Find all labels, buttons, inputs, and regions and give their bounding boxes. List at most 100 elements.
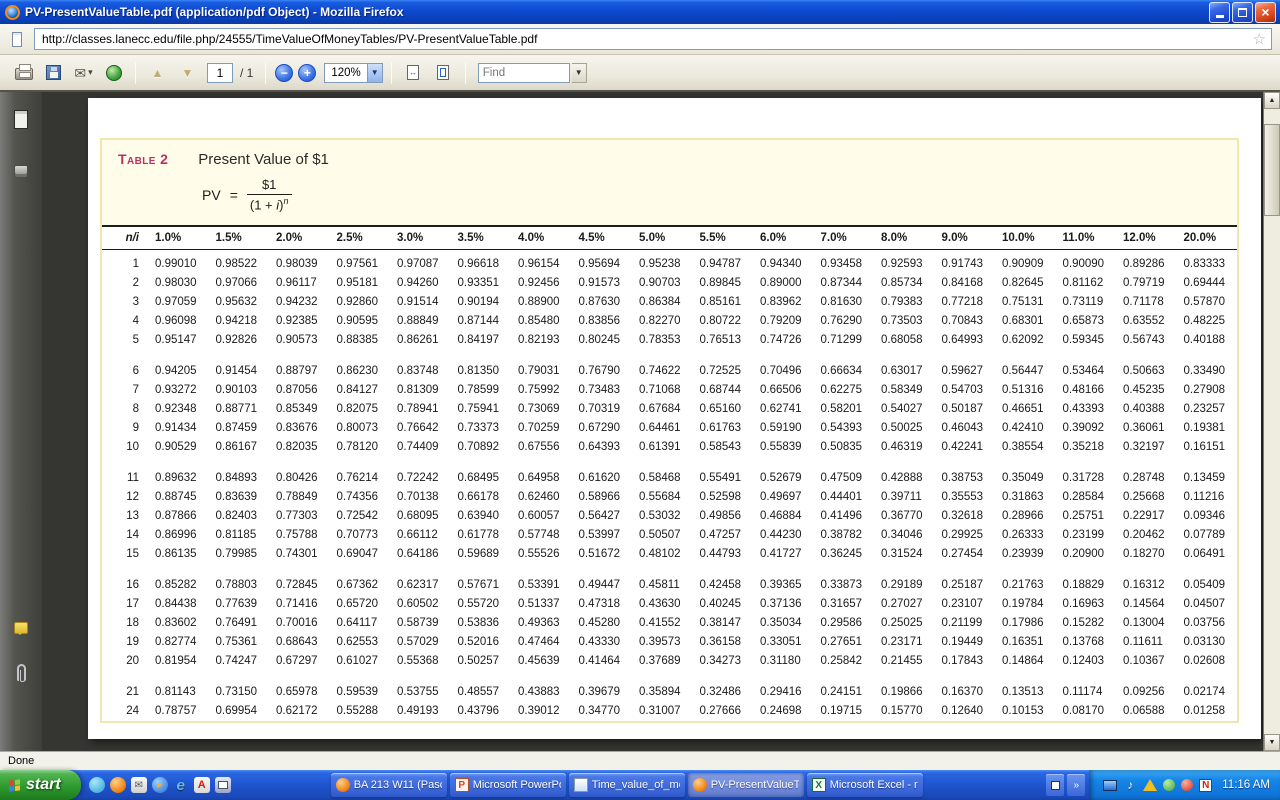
value-cell: 0.59539: [330, 683, 391, 702]
table-row: 150.861350.799850.743010.690470.641860.5…: [102, 545, 1237, 564]
scroll-down-button[interactable]: ▼: [1264, 734, 1280, 751]
bookmark-star-icon[interactable]: ☆: [1253, 32, 1266, 47]
value-cell: 0.76290: [814, 312, 875, 331]
volume-tray-icon[interactable]: [1123, 778, 1137, 792]
shield-tray-icon[interactable]: [1143, 779, 1157, 791]
value-cell: 0.84127: [330, 381, 391, 400]
table-row: 40.960980.942180.923850.905950.888490.87…: [102, 312, 1237, 331]
page-favicon-button[interactable]: [6, 28, 28, 50]
bookmarks-icon: [14, 165, 28, 178]
value-cell: 0.76491: [209, 614, 270, 633]
zoom-dropdown-icon[interactable]: ▼: [367, 64, 382, 82]
email-dropdown-icon: ▾: [88, 67, 93, 78]
column-header: 2.5%: [330, 226, 391, 250]
show-desktop-icon[interactable]: [215, 777, 231, 793]
task-button[interactable]: PV-PresentValueT...: [688, 773, 804, 797]
value-cell: 0.11216: [1177, 488, 1238, 507]
pages-panel-button[interactable]: [8, 106, 34, 132]
next-page-button[interactable]: ▼: [174, 59, 201, 87]
row-group-spacer: [102, 564, 1237, 576]
value-cell: 0.42458: [693, 576, 754, 595]
value-cell: 0.31657: [814, 595, 875, 614]
value-cell: 0.40245: [693, 595, 754, 614]
mail-icon[interactable]: [131, 777, 147, 793]
value-cell: 0.87866: [148, 507, 209, 526]
value-cell: 0.55839: [753, 438, 814, 457]
save-button[interactable]: [40, 59, 67, 87]
pdf-view[interactable]: Table 2 Present Value of $1 PV = $1 (1 +…: [42, 92, 1263, 751]
scroll-up-button[interactable]: ▲: [1264, 92, 1280, 109]
value-cell: 0.70319: [572, 400, 633, 419]
comments-panel-button[interactable]: [8, 615, 34, 641]
task-button[interactable]: Time_value_of_mo...: [569, 773, 685, 797]
value-cell: 0.35218: [1056, 438, 1117, 457]
url-input[interactable]: [40, 31, 1253, 47]
fit-width-icon: [407, 65, 419, 80]
update-tray-icon[interactable]: [1163, 779, 1175, 791]
internet-explorer-icon[interactable]: [173, 777, 189, 793]
close-button[interactable]: ×: [1255, 2, 1276, 23]
value-cell: 0.70016: [269, 614, 330, 633]
taskbar-chevron-button[interactable]: »: [1067, 774, 1085, 796]
search-web-button[interactable]: [100, 59, 127, 87]
task-button[interactable]: Microsoft Excel - r...: [807, 773, 923, 797]
toolbar-separator: [135, 62, 136, 84]
start-button[interactable]: start: [0, 770, 81, 800]
value-cell: 0.68744: [693, 381, 754, 400]
table-row: 20.980300.970660.961170.951810.942600.93…: [102, 274, 1237, 293]
value-cell: 0.50835: [814, 438, 875, 457]
find-input[interactable]: [478, 63, 570, 83]
fit-page-button[interactable]: [430, 59, 457, 87]
value-cell: 0.54703: [935, 381, 996, 400]
value-cell: 0.49697: [753, 488, 814, 507]
zoom-out-button[interactable]: −: [275, 64, 293, 82]
vertical-scrollbar[interactable]: ▲ ▼: [1263, 92, 1280, 751]
value-cell: 0.81185: [209, 526, 270, 545]
pdf-page: Table 2 Present Value of $1 PV = $1 (1 +…: [88, 98, 1261, 739]
minimize-button[interactable]: [1209, 2, 1230, 23]
value-cell: 0.68301: [995, 312, 1056, 331]
bookmarks-panel-button[interactable]: [8, 158, 34, 184]
value-cell: 0.90194: [451, 293, 512, 312]
column-header: n/i: [102, 226, 148, 250]
email-button[interactable]: ✉▾: [70, 59, 97, 87]
column-header: 3.5%: [451, 226, 512, 250]
attachments-panel-button[interactable]: [8, 659, 34, 685]
address-bar: ☆: [0, 24, 1280, 55]
media-player-icon[interactable]: [152, 777, 168, 793]
value-cell: 0.50663: [1116, 362, 1177, 381]
zoom-level-select[interactable]: 120% ▼: [324, 63, 382, 83]
toolbar-separator: [265, 62, 266, 84]
value-cell: 0.98030: [148, 274, 209, 293]
task-button[interactable]: BA 213 W11 (Pasc...: [331, 773, 447, 797]
firefox-icon[interactable]: [110, 777, 126, 793]
fit-page-icon: [437, 65, 449, 80]
page-number-input[interactable]: [207, 63, 233, 83]
previous-page-button[interactable]: ▲: [144, 59, 171, 87]
value-cell: 0.15770: [874, 702, 935, 721]
value-cell: 0.71068: [632, 381, 693, 400]
task-button[interactable]: Microsoft PowerPo...: [450, 773, 566, 797]
value-cell: 0.86230: [330, 362, 391, 381]
fit-width-button[interactable]: [400, 59, 427, 87]
zoom-in-button[interactable]: +: [298, 64, 316, 82]
find-dropdown-button[interactable]: ▼: [572, 63, 587, 83]
scrollbar-track[interactable]: [1264, 109, 1280, 734]
value-cell: 0.23171: [874, 633, 935, 652]
norton-tray-icon[interactable]: [1199, 779, 1212, 792]
scrollbar-thumb[interactable]: [1264, 124, 1280, 216]
value-cell: 0.39012: [511, 702, 572, 721]
network-tray-icon[interactable]: [1103, 780, 1117, 791]
security-tray-icon[interactable]: [1181, 779, 1193, 791]
taskbar-toolbar-button[interactable]: [1046, 774, 1064, 796]
value-cell: 0.72542: [330, 507, 391, 526]
value-cell: 0.91454: [209, 362, 270, 381]
messenger-icon[interactable]: [89, 777, 105, 793]
value-cell: 0.44230: [753, 526, 814, 545]
value-cell: 0.27666: [693, 702, 754, 721]
table-row: 120.887450.836390.788490.743560.701380.6…: [102, 488, 1237, 507]
print-button[interactable]: [10, 59, 37, 87]
value-cell: 0.39711: [874, 488, 935, 507]
acrobat-icon[interactable]: [194, 777, 210, 793]
maximize-button[interactable]: [1232, 2, 1253, 23]
